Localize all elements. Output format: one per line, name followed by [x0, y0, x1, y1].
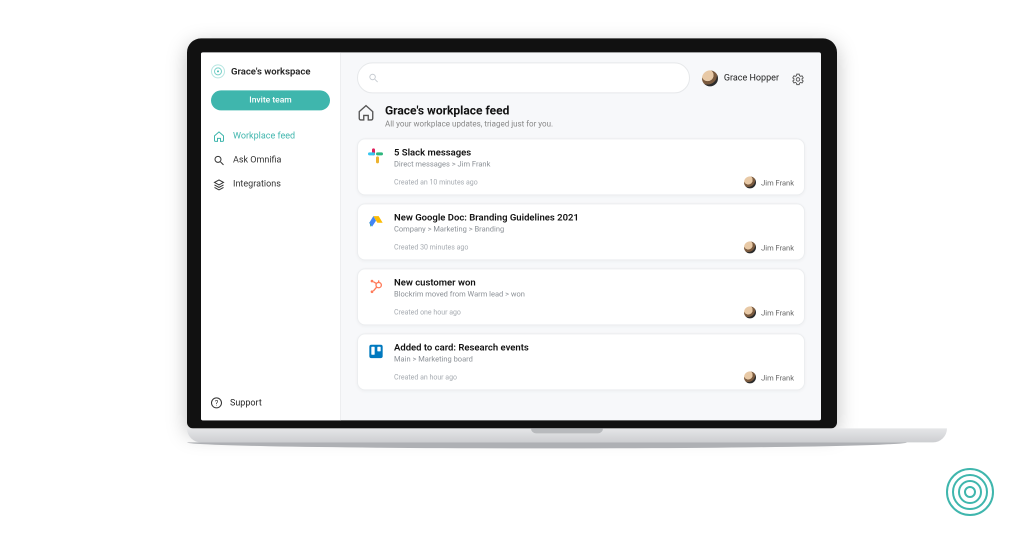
feed-card-author: Jim Frank — [744, 176, 794, 188]
invite-team-button[interactable]: Invite team — [211, 90, 330, 110]
google-drive-icon — [368, 213, 384, 229]
app-screen: Grace's workspace Invite team Workplace … — [201, 52, 821, 420]
feed-card-title: New customer won — [394, 277, 525, 288]
main-content: Grace Hopper Grace's workplace feed All … — [341, 52, 821, 420]
laptop-foot — [187, 442, 907, 448]
feed-card[interactable]: New Google Doc: Branding Guidelines 2021… — [357, 203, 805, 260]
gear-icon — [791, 72, 805, 86]
sidebar-item-workplace-feed[interactable]: Workplace feed — [211, 124, 330, 148]
avatar — [702, 70, 718, 86]
feed-card-author: Jim Frank — [744, 241, 794, 253]
feed-card-timestamp: Created 30 minutes ago — [394, 243, 468, 251]
workspace-name: Grace's workspace — [231, 66, 310, 77]
page-title: Grace's workplace feed — [385, 103, 553, 117]
user-menu[interactable]: Grace Hopper — [702, 70, 779, 86]
hubspot-icon — [368, 278, 384, 294]
search-icon — [213, 154, 225, 166]
layers-icon — [213, 178, 225, 190]
screen-bezel: Grace's workspace Invite team Workplace … — [187, 38, 837, 428]
feed-card[interactable]: New customer won Blockrim moved from War… — [357, 268, 805, 325]
slack-icon — [368, 148, 384, 164]
sidebar-item-label: Integrations — [233, 179, 281, 189]
search-icon — [368, 68, 379, 87]
feed-card-subtitle: Company > Marketing > Branding — [394, 224, 579, 233]
laptop-mockup: Grace's workspace Invite team Workplace … — [187, 38, 837, 448]
feed-card[interactable]: 5 Slack messages Direct messages > Jim F… — [357, 138, 805, 195]
trello-icon — [368, 343, 384, 359]
omnifia-logo-icon — [211, 64, 225, 78]
feed-card-title: 5 Slack messages — [394, 147, 490, 158]
feed-card-timestamp: Created one hour ago — [394, 308, 461, 316]
sidebar-item-label: Ask Omnifia — [233, 155, 281, 165]
feed-card-author: Jim Frank — [744, 371, 794, 383]
sidebar-item-label: Support — [230, 398, 262, 408]
feed-card-timestamp: Created an 10 minutes ago — [394, 178, 478, 186]
feed-card-title: New Google Doc: Branding Guidelines 2021 — [394, 212, 579, 223]
help-icon: ? — [211, 397, 222, 408]
feed-card-subtitle: Blockrim moved from Warm lead > won — [394, 289, 525, 298]
feed-card-author: Jim Frank — [744, 306, 794, 318]
topbar: Grace Hopper — [357, 62, 805, 93]
sidebar-item-label: Workplace feed — [233, 131, 295, 141]
settings-button[interactable] — [791, 71, 805, 85]
sidebar-item-ask-omnifia[interactable]: Ask Omnifia — [211, 148, 330, 172]
user-name: Grace Hopper — [724, 73, 779, 83]
workspace-switcher[interactable]: Grace's workspace — [211, 64, 330, 78]
page-header: Grace's workplace feed All your workplac… — [357, 103, 805, 128]
laptop-base — [187, 428, 947, 442]
avatar — [744, 371, 756, 383]
sidebar-item-support[interactable]: ? Support — [211, 391, 330, 408]
omnifia-brand-logo — [946, 468, 994, 516]
feed-card-title: Added to card: Research events — [394, 342, 529, 353]
feed-card-timestamp: Created an hour ago — [394, 373, 457, 381]
feed-card-subtitle: Main > Marketing board — [394, 354, 529, 363]
avatar — [744, 241, 756, 253]
search-input[interactable] — [385, 73, 679, 83]
page-subtitle: All your workplace updates, triaged just… — [385, 119, 553, 128]
home-icon — [357, 103, 375, 121]
sidebar: Grace's workspace Invite team Workplace … — [201, 52, 341, 420]
search-bar[interactable] — [357, 62, 690, 93]
feed-card[interactable]: Added to card: Research events Main > Ma… — [357, 333, 805, 390]
feed-card-subtitle: Direct messages > Jim Frank — [394, 159, 490, 168]
avatar — [744, 176, 756, 188]
sidebar-item-integrations[interactable]: Integrations — [211, 172, 330, 196]
home-icon — [213, 130, 225, 142]
avatar — [744, 306, 756, 318]
